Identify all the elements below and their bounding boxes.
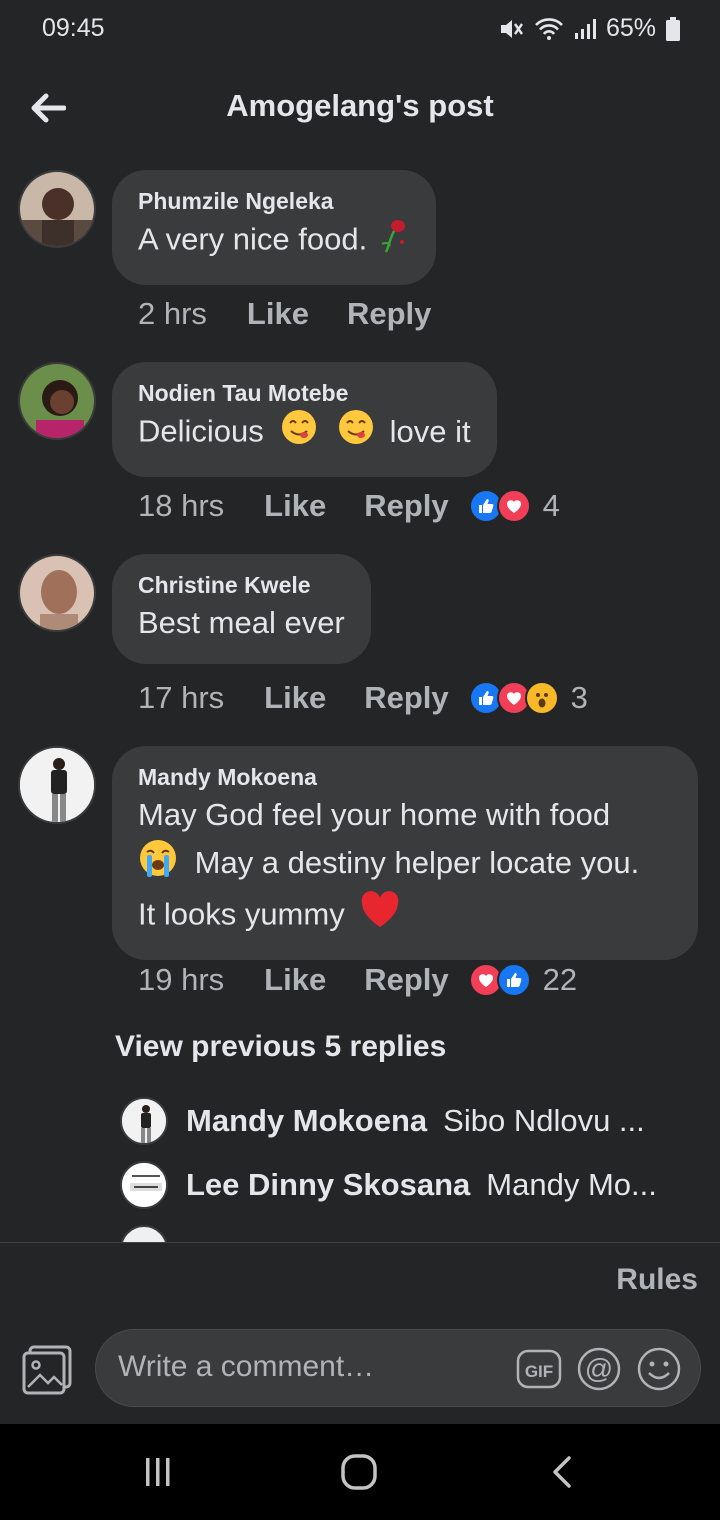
- reaction-summary[interactable]: 22: [468, 962, 578, 998]
- comment-meta: 18 hrs Like Reply 4: [138, 488, 560, 524]
- wow-reaction-icon: [524, 681, 559, 715]
- reply-button[interactable]: Reply: [364, 488, 448, 524]
- comment-text: A very nice food.: [138, 216, 410, 267]
- status-time: 09:45: [42, 14, 105, 42]
- system-nav-bar: [0, 1424, 720, 1520]
- gif-icon: GIF: [516, 1349, 562, 1389]
- status-icons: 65%: [498, 14, 680, 43]
- like-button[interactable]: Like: [264, 680, 326, 716]
- comment-text-line: May God feel your home with food: [138, 797, 611, 832]
- home-icon: [341, 1454, 377, 1490]
- system-back-button[interactable]: [540, 1450, 584, 1494]
- svg-text:@: @: [585, 1353, 613, 1384]
- comment-bubble[interactable]: Nodien Tau Motebe Delicious love it: [112, 362, 497, 477]
- reply-text: Sibo Ndlovu ...: [443, 1103, 645, 1138]
- composer-panel: Rules Write a comment… GIF @: [0, 1243, 720, 1424]
- wilted-rose-icon: [376, 216, 410, 267]
- battery-icon: [666, 16, 680, 41]
- battery-level: 65%: [605, 14, 656, 42]
- comment-meta: 19 hrs Like Reply 22: [138, 962, 577, 998]
- comment-author[interactable]: Phumzile Ngeleka: [138, 186, 410, 216]
- like-button[interactable]: Like: [247, 296, 309, 332]
- reply-author[interactable]: Lee Dinny Skosana: [186, 1167, 470, 1203]
- avatar[interactable]: [18, 362, 96, 440]
- like-reaction-icon: [496, 963, 531, 997]
- photo-button[interactable]: [20, 1343, 74, 1397]
- svg-text:GIF: GIF: [525, 1362, 553, 1381]
- comment-time[interactable]: 19 hrs: [138, 962, 224, 998]
- signal-icon: [574, 17, 596, 41]
- reply-preview[interactable]: Mandy Mokoena Sibo Ndlovu ...: [120, 1097, 700, 1145]
- chevron-left-icon: [553, 1456, 571, 1488]
- header: Amogelang's post: [0, 70, 720, 146]
- avatar[interactable]: [18, 170, 96, 248]
- like-button[interactable]: Like: [264, 488, 326, 524]
- reply-author[interactable]: Mandy Mokoena: [186, 1103, 427, 1139]
- recent-apps-icon: [146, 1458, 170, 1486]
- reply-preview-partial[interactable]: [120, 1225, 700, 1243]
- red-heart-icon: [359, 891, 401, 942]
- view-previous-replies[interactable]: View previous 5 replies: [115, 1030, 446, 1064]
- avatar[interactable]: [18, 554, 96, 632]
- reaction-count: 22: [542, 962, 578, 997]
- comment-time[interactable]: 18 hrs: [138, 488, 224, 524]
- smiley-icon: [637, 1347, 681, 1391]
- emoji-button[interactable]: [636, 1346, 682, 1397]
- reply-text: Mandy Mo...: [486, 1167, 657, 1202]
- comment-time[interactable]: 17 hrs: [138, 680, 224, 716]
- comment-text-line: May a destiny helper locate you.: [138, 838, 672, 891]
- comment-meta: 17 hrs Like Reply 3: [138, 680, 588, 716]
- reply-preview[interactable]: Lee Dinny Skosana Mandy Mo...: [120, 1161, 700, 1209]
- recent-apps-button[interactable]: [136, 1450, 180, 1494]
- reply-button[interactable]: Reply: [347, 296, 431, 332]
- status-bar: 09:45 65%: [0, 0, 720, 60]
- composer-icons: GIF @: [516, 1346, 682, 1397]
- like-button[interactable]: Like: [264, 962, 326, 998]
- mention-button[interactable]: @: [576, 1346, 622, 1397]
- crying-face-icon: [138, 838, 178, 891]
- reaction-count: 4: [542, 488, 560, 523]
- reply-button[interactable]: Reply: [364, 680, 448, 716]
- photo-icon: [22, 1345, 72, 1395]
- comment-text: Delicious love it: [138, 408, 471, 459]
- yum-face-icon: [337, 408, 375, 459]
- comment-author[interactable]: Nodien Tau Motebe: [138, 378, 471, 408]
- avatar[interactable]: [120, 1225, 168, 1243]
- avatar[interactable]: [18, 746, 96, 824]
- comment-bubble[interactable]: Phumzile Ngeleka A very nice food.: [112, 170, 436, 285]
- reaction-summary[interactable]: 4: [468, 488, 560, 524]
- rules-link[interactable]: Rules: [616, 1263, 698, 1297]
- avatar[interactable]: [120, 1097, 168, 1145]
- comment-input[interactable]: Write a comment… GIF @: [95, 1329, 701, 1407]
- comment-text-line: It looks yummy: [138, 891, 672, 942]
- comment-bubble[interactable]: Christine Kwele Best meal ever: [112, 554, 371, 664]
- comment-text: Best meal ever: [138, 605, 345, 640]
- love-reaction-icon: [496, 489, 531, 523]
- reply-button[interactable]: Reply: [364, 962, 448, 998]
- gif-button[interactable]: GIF: [516, 1347, 562, 1396]
- mute-icon: [498, 17, 524, 41]
- yum-face-icon: [280, 408, 318, 459]
- comment-bubble[interactable]: Mandy Mokoena May God feel your home wit…: [112, 746, 698, 960]
- comment-time[interactable]: 2 hrs: [138, 296, 207, 332]
- comment-placeholder: Write a comment…: [118, 1350, 375, 1383]
- reaction-summary[interactable]: 3: [468, 680, 588, 716]
- reaction-count: 3: [570, 680, 588, 715]
- avatar[interactable]: [120, 1161, 168, 1209]
- page-title: Amogelang's post: [226, 88, 494, 123]
- comment-meta: 2 hrs Like Reply: [138, 296, 451, 332]
- home-button[interactable]: [337, 1450, 381, 1494]
- at-icon: @: [577, 1347, 621, 1391]
- wifi-icon: [534, 17, 564, 41]
- comment-author[interactable]: Mandy Mokoena: [138, 762, 672, 792]
- comment-author[interactable]: Christine Kwele: [138, 570, 345, 600]
